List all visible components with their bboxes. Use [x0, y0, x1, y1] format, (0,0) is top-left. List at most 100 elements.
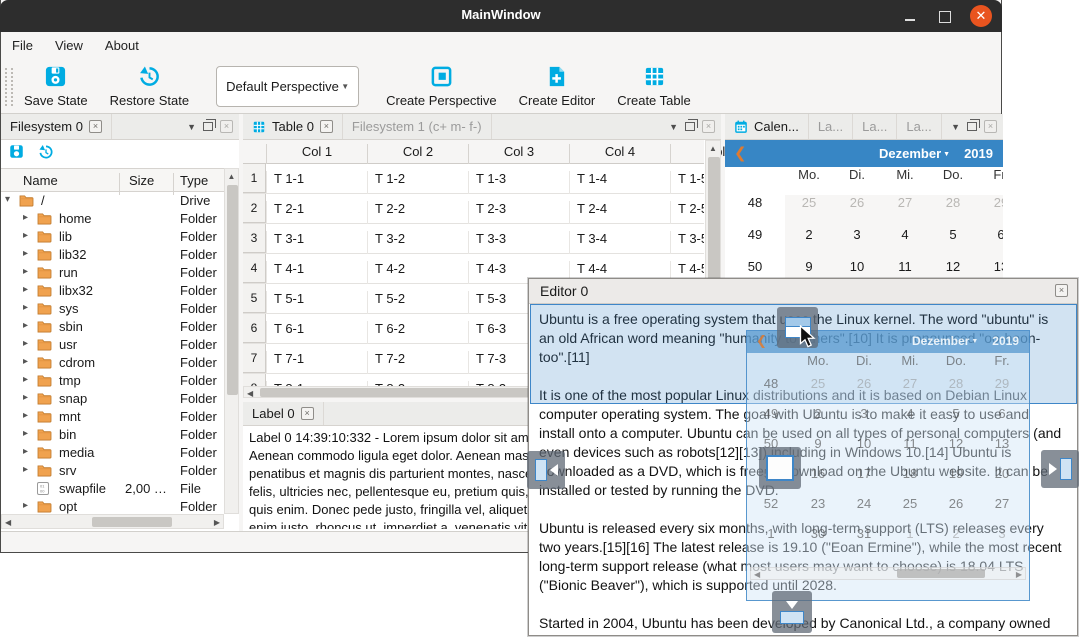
- table-panel-tab-1[interactable]: Filesystem 1 (c+ m- f-): [343, 114, 492, 139]
- table-row-header[interactable]: 1: [243, 164, 266, 193]
- save-state-button[interactable]: Save State: [24, 65, 88, 108]
- calendar-panel-tab-2[interactable]: La...: [853, 114, 897, 139]
- perspective-dropdown[interactable]: Default Perspective ▼: [216, 66, 359, 107]
- window-titlebar[interactable]: MainWindow ✕: [0, 0, 1002, 32]
- panel-menu-icon[interactable]: ▼: [951, 122, 960, 132]
- calendar-day[interactable]: 5: [929, 227, 977, 242]
- expand-arrow-icon[interactable]: ▸: [23, 392, 28, 403]
- panel-close-icon[interactable]: ×: [220, 120, 233, 133]
- menu-item-file[interactable]: File: [1, 32, 44, 53]
- calendar-month[interactable]: Dezember: [879, 146, 941, 161]
- table-row-header[interactable]: 8: [243, 374, 266, 386]
- panel-menu-icon[interactable]: ▼: [669, 122, 678, 132]
- calendar-day[interactable]: 13: [977, 259, 1003, 274]
- panel-close-icon[interactable]: ×: [984, 120, 997, 133]
- tab-close-icon[interactable]: ×: [89, 120, 102, 133]
- tree-row[interactable]: ▸binFolder: [1, 426, 224, 444]
- expand-arrow-icon[interactable]: ▸: [23, 356, 28, 367]
- panel-close-icon[interactable]: ×: [702, 120, 715, 133]
- calendar-day[interactable]: 11: [881, 259, 929, 274]
- table-cell[interactable]: T 1-2: [367, 171, 468, 194]
- menu-item-view[interactable]: View: [44, 32, 94, 53]
- table-cell[interactable]: T 1-1: [266, 171, 367, 194]
- table-row-header[interactable]: 4: [243, 254, 266, 283]
- calendar-day[interactable]: 3: [833, 227, 881, 242]
- tree-row[interactable]: 0100swapfile2,00 …File: [1, 480, 224, 498]
- table-column-header[interactable]: Col 4: [569, 144, 670, 164]
- calendar-panel-tab-1[interactable]: La...: [809, 114, 853, 139]
- expand-arrow-icon[interactable]: ▸: [23, 320, 28, 331]
- table-cell[interactable]: T 3-2: [367, 231, 468, 254]
- calendar-year[interactable]: 2019: [964, 146, 993, 161]
- tree-row[interactable]: ▸libFolder: [1, 228, 224, 246]
- expand-arrow-icon[interactable]: ▸: [23, 212, 28, 223]
- expand-arrow-icon[interactable]: ▸: [23, 248, 28, 259]
- table-cell[interactable]: T 6-1: [266, 321, 367, 344]
- expand-arrow-icon[interactable]: ▸: [23, 464, 28, 475]
- expand-arrow-icon[interactable]: ▸: [23, 446, 28, 457]
- table-cell[interactable]: T 1-5: [670, 171, 704, 194]
- tree-row[interactable]: ▸tmpFolder: [1, 372, 224, 390]
- calendar-panel-tab-0[interactable]: Calen...: [725, 114, 809, 139]
- table-cell[interactable]: T 1-3: [468, 171, 569, 194]
- tab-label-0[interactable]: Label 0 ×: [243, 402, 324, 425]
- save-icon[interactable]: [9, 144, 24, 162]
- table-panel-tab-0[interactable]: Table 0×: [243, 114, 343, 139]
- create-table-button[interactable]: Create Table: [617, 65, 690, 108]
- tab-close-icon[interactable]: ×: [320, 120, 333, 133]
- table-row-header[interactable]: 3: [243, 224, 266, 253]
- dock-indicator-left[interactable]: [527, 451, 565, 489]
- tree-row[interactable]: ▸snapFolder: [1, 390, 224, 408]
- editor-titlebar[interactable]: Editor 0 ×: [529, 279, 1077, 304]
- expand-arrow-icon[interactable]: ▸: [23, 266, 28, 277]
- create-editor-button[interactable]: Create Editor: [519, 65, 596, 108]
- expand-arrow-icon[interactable]: ▸: [23, 374, 28, 385]
- calendar-day[interactable]: 6: [977, 227, 1003, 242]
- tree-row[interactable]: ▸sysFolder: [1, 300, 224, 318]
- column-header-type[interactable]: Type: [180, 173, 208, 188]
- tree-row[interactable]: ▸homeFolder: [1, 210, 224, 228]
- panel-menu-icon[interactable]: ▼: [187, 122, 196, 132]
- calendar-day[interactable]: 27: [881, 195, 929, 210]
- expand-arrow-icon[interactable]: ▸: [23, 284, 28, 295]
- table-column-header[interactable]: Col 1: [266, 144, 367, 164]
- table-column-header[interactable]: Col 2: [367, 144, 468, 164]
- filesystem-vscrollbar[interactable]: ▲: [224, 168, 239, 514]
- filesystem-tree-header[interactable]: Name Size Type: [1, 168, 224, 192]
- tree-row[interactable]: ▸optFolder: [1, 498, 224, 514]
- table-cell[interactable]: T 2-1: [266, 201, 367, 224]
- calendar-prev-icon[interactable]: ❮: [734, 144, 747, 162]
- expand-arrow-icon[interactable]: ▸: [23, 302, 28, 313]
- table-cell[interactable]: T 2-4: [569, 201, 670, 224]
- restore-state-button[interactable]: Restore State: [110, 65, 190, 108]
- table-header-row[interactable]: Col 1Col 2Col 3Col 4Col 5: [243, 140, 704, 164]
- calendar-day[interactable]: 28: [929, 195, 977, 210]
- tree-row[interactable]: ▸sbinFolder: [1, 318, 224, 336]
- tree-row[interactable]: ▸runFolder: [1, 264, 224, 282]
- table-cell[interactable]: T 7-2: [367, 351, 468, 374]
- expand-arrow-icon[interactable]: ▸: [23, 428, 28, 439]
- calendar-day[interactable]: 9: [785, 259, 833, 274]
- calendar-day[interactable]: 12: [929, 259, 977, 274]
- table-row-header[interactable]: 6: [243, 314, 266, 343]
- dock-indicator-right[interactable]: [1041, 450, 1079, 488]
- restore-icon[interactable]: [38, 144, 54, 163]
- calendar-day[interactable]: 26: [833, 195, 881, 210]
- tree-row[interactable]: ▸cdromFolder: [1, 354, 224, 372]
- tree-row[interactable]: ▸lib32Folder: [1, 246, 224, 264]
- column-header-name[interactable]: Name: [23, 173, 58, 188]
- table-cell[interactable]: T 5-1: [266, 291, 367, 314]
- table-cell[interactable]: T 3-1: [266, 231, 367, 254]
- table-cell[interactable]: T 2-2: [367, 201, 468, 224]
- tree-row[interactable]: ▸srvFolder: [1, 462, 224, 480]
- tree-row[interactable]: ▸mediaFolder: [1, 444, 224, 462]
- dock-indicator-bottom[interactable]: [772, 591, 812, 633]
- filesystem-hscrollbar[interactable]: ◀▶: [1, 514, 224, 529]
- panel-float-icon[interactable]: [203, 122, 213, 131]
- calendar-day[interactable]: 4: [881, 227, 929, 242]
- expand-arrow-icon[interactable]: ▸: [23, 410, 28, 421]
- create-perspective-button[interactable]: Create Perspective: [386, 65, 497, 108]
- calendar-day[interactable]: 10: [833, 259, 881, 274]
- column-header-size[interactable]: Size: [129, 173, 154, 188]
- table-cell[interactable]: T 3-3: [468, 231, 569, 254]
